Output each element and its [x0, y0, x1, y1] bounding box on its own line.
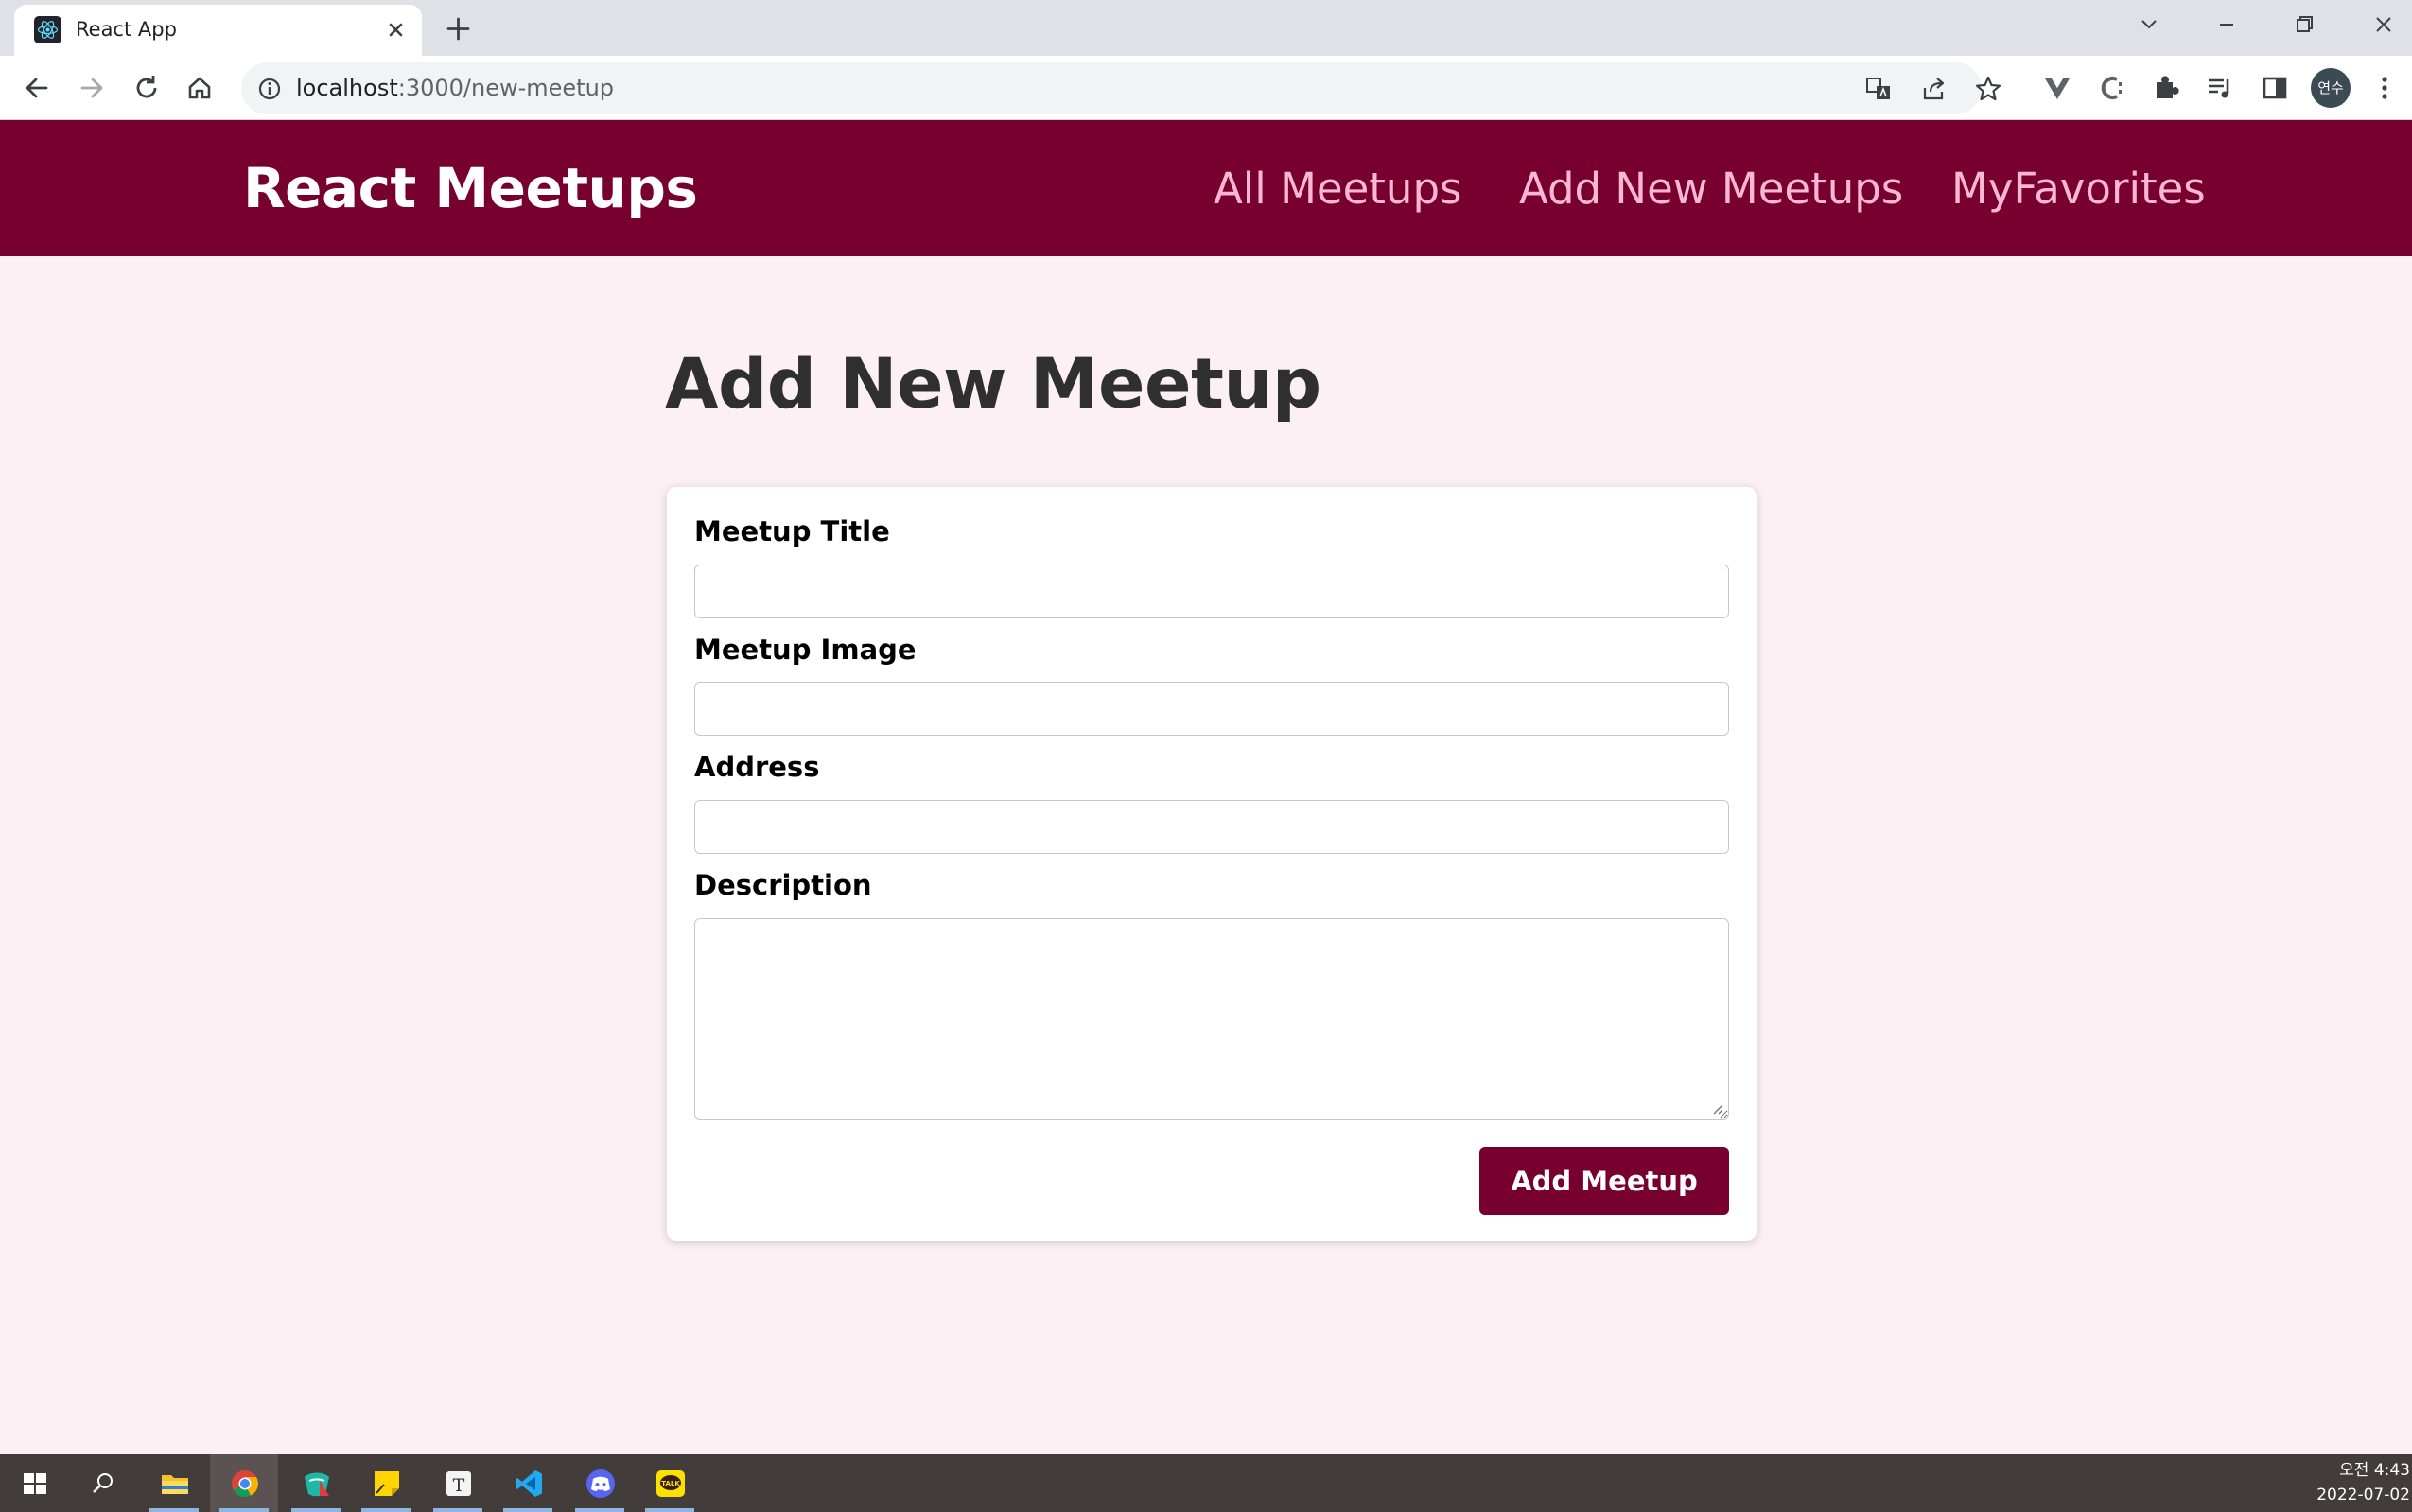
- url-host: localhost: [296, 75, 398, 101]
- page-title: Add New Meetup: [665, 344, 1321, 425]
- bookmark-star-icon[interactable]: [1972, 73, 2004, 105]
- close-window-icon[interactable]: [2365, 8, 2403, 42]
- back-arrow-icon[interactable]: [17, 68, 57, 108]
- taskbar-clock[interactable]: 오전 4:43 2022-07-02: [2316, 1458, 2410, 1507]
- running-indicator: [503, 1508, 552, 1512]
- typora-icon: T: [446, 1471, 471, 1496]
- add-meetup-button[interactable]: Add Meetup: [1479, 1147, 1729, 1215]
- side-panel-icon[interactable]: [2255, 68, 2295, 108]
- url-path: :3000/new-meetup: [397, 75, 615, 101]
- running-indicator: [149, 1508, 199, 1512]
- taskbar-app-green[interactable]: [282, 1454, 350, 1512]
- minimize-icon[interactable]: [2208, 8, 2246, 42]
- share-icon[interactable]: [1917, 73, 1949, 105]
- svg-text:T: T: [453, 1475, 465, 1496]
- discord-icon: [586, 1469, 615, 1498]
- svg-text:TALK: TALK: [661, 1480, 680, 1487]
- extension-c-icon[interactable]: [2092, 68, 2132, 108]
- clock-time: 오전 4:43: [2339, 1461, 2410, 1480]
- react-favicon-icon: [34, 16, 61, 43]
- running-indicator: [361, 1508, 411, 1512]
- media-queue-icon[interactable]: [2200, 68, 2240, 108]
- running-indicator: [219, 1508, 269, 1512]
- os-taskbar: T TALK 오전 4:43 2022-07-02: [0, 1454, 2412, 1512]
- new-tab-plus-icon[interactable]: [441, 11, 476, 46]
- taskbar-typora[interactable]: T: [424, 1454, 492, 1512]
- description-label: Description: [694, 869, 872, 901]
- home-icon[interactable]: [180, 68, 219, 108]
- taskbar-discord[interactable]: [566, 1454, 634, 1512]
- address-input[interactable]: [694, 800, 1729, 854]
- address-bar[interactable]: localhost:3000/new-meetup: [241, 62, 2001, 114]
- forward-arrow-icon[interactable]: [72, 68, 112, 108]
- taskbar-kakaotalk[interactable]: TALK: [636, 1454, 704, 1512]
- nav-link-all-meetups[interactable]: All Meetups: [1214, 164, 1461, 215]
- meetup-image-label: Meetup Image: [694, 634, 917, 666]
- running-indicator: [291, 1508, 341, 1512]
- nav-link-my-favorites[interactable]: MyFavorites: [1951, 164, 2206, 215]
- browser-toolbar: localhost:3000/new-meetup 연수: [0, 56, 2412, 120]
- search-icon: [93, 1473, 113, 1493]
- vscode-icon: [516, 1470, 542, 1497]
- tab-close-icon[interactable]: [380, 14, 411, 45]
- profile-avatar[interactable]: 연수: [2311, 68, 2351, 108]
- sticky-notes-icon: [375, 1471, 399, 1496]
- url-text: localhost:3000/new-meetup: [296, 74, 614, 103]
- new-meetup-form-card: Meetup Title Meetup Image Address Descri…: [667, 487, 1757, 1241]
- clock-date: 2022-07-02: [2316, 1486, 2410, 1504]
- restore-window-icon[interactable]: [2285, 8, 2323, 42]
- reload-icon[interactable]: [127, 68, 166, 108]
- tab-search-chevron-icon[interactable]: [2130, 8, 2168, 42]
- taskbar-sticky-notes[interactable]: [352, 1454, 420, 1512]
- browser-tab[interactable]: React App: [14, 5, 422, 56]
- browser-tab-strip: React App: [0, 0, 2412, 56]
- running-indicator: [433, 1508, 482, 1512]
- taskbar-vscode[interactable]: [494, 1454, 562, 1512]
- translate-icon[interactable]: [1862, 73, 1895, 105]
- app-logo: React Meetups: [243, 156, 698, 220]
- running-indicator: [645, 1508, 694, 1512]
- address-label: Address: [694, 751, 820, 783]
- windows-start-button[interactable]: [0, 1454, 68, 1512]
- description-textarea[interactable]: [694, 918, 1729, 1120]
- meetup-title-input[interactable]: [694, 565, 1729, 618]
- taskbar-search-button[interactable]: [68, 1454, 136, 1512]
- meetup-title-label: Meetup Title: [694, 515, 890, 547]
- kakaotalk-icon: TALK: [656, 1470, 685, 1497]
- browser-menu-kebab-icon[interactable]: [2365, 68, 2404, 108]
- chrome-icon: [232, 1470, 258, 1497]
- app-header: React Meetups All Meetups Add New Meetup…: [0, 120, 2412, 256]
- site-info-icon[interactable]: [253, 73, 286, 105]
- nav-link-add-new-meetups[interactable]: Add New Meetups: [1519, 164, 1903, 215]
- tab-title: React App: [76, 18, 177, 41]
- running-indicator: [575, 1508, 624, 1512]
- vue-devtools-extension-icon[interactable]: [2037, 68, 2077, 108]
- taskbar-chrome[interactable]: [210, 1454, 278, 1512]
- green-app-icon: [305, 1472, 329, 1497]
- taskbar-file-explorer[interactable]: [140, 1454, 208, 1512]
- textarea-resize-grip-icon[interactable]: [1710, 1101, 1723, 1115]
- extensions-puzzle-icon[interactable]: [2147, 68, 2187, 108]
- windows-logo-icon: [24, 1473, 46, 1494]
- meetup-image-input[interactable]: [694, 682, 1729, 736]
- folder-icon: [162, 1475, 188, 1494]
